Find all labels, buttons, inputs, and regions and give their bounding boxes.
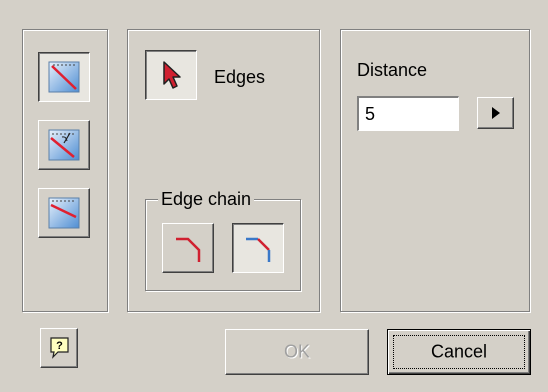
edge-chain-label: Edge chain [158, 189, 255, 210]
edge-chain-on-icon [176, 237, 201, 262]
edge-chain-off-icon [246, 237, 271, 262]
chamfer-two-distances-button[interactable] [38, 188, 90, 238]
cancel-button[interactable]: Cancel [387, 329, 531, 375]
help-button[interactable]: ? [40, 328, 78, 368]
select-edges-button[interactable] [145, 50, 197, 100]
edge-chain-off-button[interactable] [232, 223, 284, 273]
triangle-right-icon [492, 107, 500, 119]
distance-label: Distance [357, 60, 428, 80]
chamfer-distance-angle-icon [48, 129, 80, 161]
svg-text:?: ? [56, 340, 63, 352]
ok-button-label: OK [283, 341, 310, 362]
chamfer-two-distances-icon [48, 197, 80, 229]
distance-flyout-button[interactable] [477, 97, 514, 129]
distance-input[interactable] [357, 96, 459, 131]
chamfer-distance-angle-button[interactable] [38, 120, 90, 170]
edge-chain-on-button[interactable] [162, 223, 214, 273]
chamfer-distance-icon [48, 61, 80, 93]
cancel-button-label: Cancel [430, 341, 488, 362]
arrow-pointer-icon [163, 61, 181, 89]
help-icon: ? [50, 337, 69, 359]
edges-label: Edges [214, 67, 266, 87]
chamfer-distance-button[interactable] [38, 52, 90, 102]
ok-button[interactable]: OK [225, 329, 369, 375]
